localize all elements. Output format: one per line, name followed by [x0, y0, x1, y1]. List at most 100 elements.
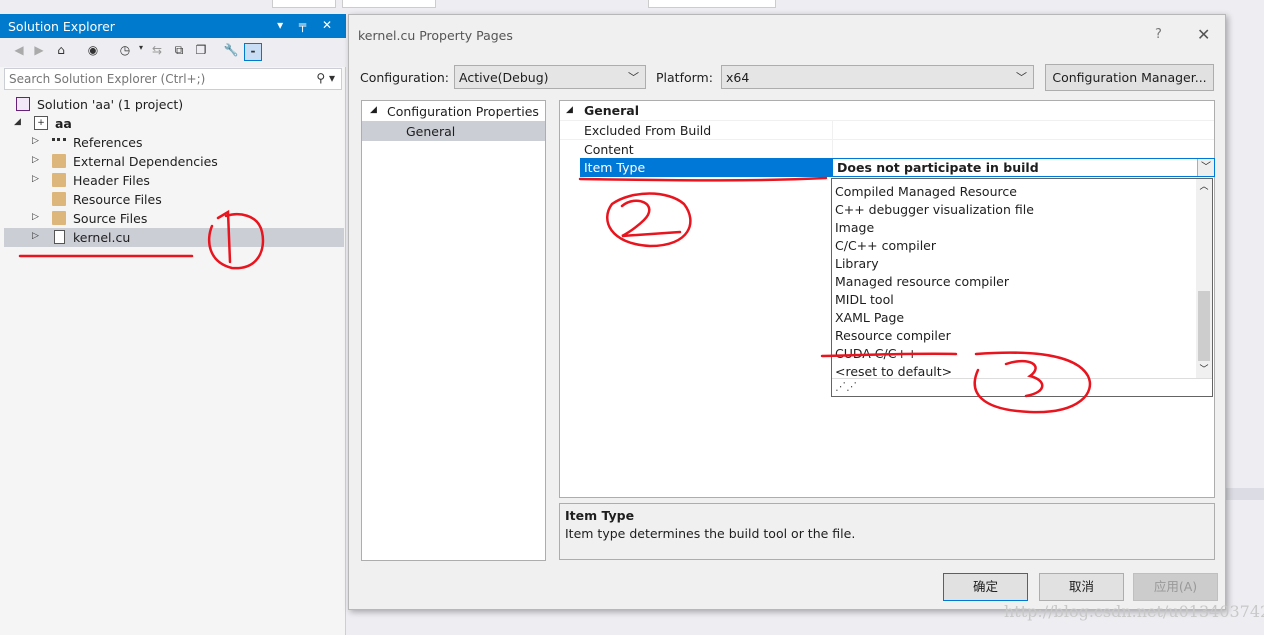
tree-item-header-files[interactable]: ▷ Header Files	[4, 171, 344, 190]
wrench-icon[interactable]: 🔧	[222, 43, 240, 61]
solution-explorer-titlebar: Solution Explorer ▾ ╤ ✕	[0, 14, 346, 38]
tree-label: Resource Files	[73, 192, 162, 207]
search-icon[interactable]: ⚲ ▾	[316, 71, 335, 85]
property-row[interactable]: Excluded From Build	[560, 120, 1214, 140]
file-icon	[54, 230, 65, 244]
tree-item-external-dependencies[interactable]: ▷ External Dependencies	[4, 152, 344, 171]
folder-icon	[52, 173, 66, 187]
apply-button[interactable]: 应用(A)	[1133, 573, 1218, 601]
dropdown-option[interactable]: Library	[835, 256, 879, 271]
folder-icon	[52, 211, 66, 225]
tree-label: kernel.cu	[73, 230, 131, 245]
dropdown-option[interactable]: C++ debugger visualization file	[835, 202, 1034, 217]
tree-item-kernel-cu[interactable]: ▷ kernel.cu	[4, 228, 344, 247]
tree-label: aa	[55, 116, 72, 131]
property-name: Item Type	[584, 160, 646, 175]
solution-icon	[16, 97, 30, 111]
dropdown-option[interactable]: C/C++ compiler	[835, 238, 936, 253]
forward-icon[interactable]: ▶	[30, 43, 48, 61]
solution-explorer-title: Solution Explorer	[8, 19, 115, 34]
tree-label: Source Files	[73, 211, 148, 226]
solution-explorer-panel: Solution Explorer ▾ ╤ ✕ ◀ ▶ ⌂ ◉ ◷ ▾ ⇆ ⧉ …	[0, 14, 346, 635]
search-input[interactable]	[5, 69, 305, 89]
dropdown-option[interactable]: XAML Page	[835, 310, 904, 325]
collapse-icon[interactable]: ⧉	[170, 43, 188, 61]
tree-label: References	[73, 135, 143, 150]
dropdown-option[interactable]: MIDL tool	[835, 292, 894, 307]
references-icon	[52, 138, 66, 144]
watermark: http://blog.csdn.net/u013403742	[1004, 602, 1264, 621]
description-text: Item type determines the build tool or t…	[565, 526, 856, 541]
dropdown-option[interactable]: Managed resource compiler	[835, 274, 1009, 289]
category-label: General	[584, 103, 639, 118]
chevron-down-icon: ﹀	[628, 71, 639, 84]
close-button[interactable]: ✕	[1197, 25, 1210, 44]
collapsed-arrow-icon[interactable]: ▷	[32, 136, 39, 146]
configuration-label: Configuration:	[360, 70, 449, 85]
dropdown-option[interactable]: Image	[835, 220, 874, 235]
category-general[interactable]: ◢ General	[560, 101, 1214, 120]
tree-label: Solution 'aa' (1 project)	[37, 97, 184, 112]
tree-item-source-files[interactable]: ▷ Source Files	[4, 209, 344, 228]
dropdown-option[interactable]: Compiled Managed Resource	[835, 184, 1017, 199]
item-type-dropdown-list: Compiled Managed Resource C++ debugger vi…	[831, 178, 1213, 397]
home-icon[interactable]: ⌂	[52, 43, 70, 61]
expanded-arrow-icon[interactable]: ◢	[370, 105, 377, 115]
configuration-tree: ◢ Configuration Properties General	[361, 100, 546, 561]
ok-button[interactable]: 确定	[943, 573, 1028, 601]
property-row[interactable]: Content	[560, 139, 1214, 159]
expanded-arrow-icon[interactable]: ◢	[566, 105, 573, 115]
resize-grip-icon[interactable]: ⋰⋰	[832, 378, 1212, 396]
dropdown-scrollbar[interactable]: ︿ ﹀	[1196, 179, 1212, 378]
background-tab-strip	[1226, 488, 1264, 500]
configuration-value: Active(Debug)	[459, 70, 549, 85]
configuration-select[interactable]: Active(Debug) ﹀	[454, 65, 646, 89]
sync-icon[interactable]: ⇆	[148, 43, 166, 61]
tree-item-resource-files[interactable]: Resource Files	[4, 190, 344, 209]
description-title: Item Type	[565, 508, 635, 523]
cancel-button[interactable]: 取消	[1039, 573, 1124, 601]
tree-item-project[interactable]: ◢ + aa	[4, 114, 344, 133]
toolbar-combo-3[interactable]	[648, 0, 776, 8]
collapsed-arrow-icon[interactable]: ▷	[32, 174, 39, 184]
chevron-down-icon[interactable]: ﹀	[1197, 159, 1214, 176]
configuration-manager-button[interactable]: Configuration Manager...	[1045, 64, 1214, 91]
folder-icon	[52, 192, 66, 206]
tree-item-solution[interactable]: Solution 'aa' (1 project)	[4, 95, 344, 114]
collapsed-arrow-icon[interactable]: ▷	[32, 212, 39, 222]
copy-icon[interactable]: ❐	[192, 43, 210, 61]
top-toolbar-strip	[0, 0, 1264, 14]
titlebar-buttons[interactable]: ▾ ╤ ✕	[277, 18, 338, 32]
property-row-item-type[interactable]: Item Type Does not participate in build …	[560, 158, 1215, 177]
back-icon[interactable]: ◀	[10, 43, 28, 61]
tree-label: Header Files	[73, 173, 150, 188]
tree-item-general[interactable]: General	[362, 121, 545, 141]
tree-item-references[interactable]: ▷ References	[4, 133, 344, 152]
property-name: Excluded From Build	[584, 123, 712, 138]
scroll-down-icon[interactable]: ﹀	[1196, 362, 1212, 378]
dialog-title: kernel.cu Property Pages	[358, 28, 513, 43]
scroll-thumb[interactable]	[1198, 291, 1210, 361]
dropdown-option[interactable]: Resource compiler	[835, 328, 951, 343]
search-box[interactable]: ⚲ ▾	[4, 68, 342, 90]
dropdown-option[interactable]: CUDA C/C++	[835, 346, 917, 361]
folder-icon	[52, 154, 66, 168]
globe-icon[interactable]: ◉	[84, 43, 102, 61]
dropdown-option[interactable]: <reset to default>	[835, 364, 952, 379]
toolbar-combo-2[interactable]	[342, 0, 436, 8]
collapsed-arrow-icon[interactable]: ▷	[32, 231, 39, 241]
scroll-up-icon[interactable]: ︿	[1196, 179, 1212, 195]
item-type-combo[interactable]: Does not participate in build ﹀	[832, 158, 1215, 177]
platform-select[interactable]: x64 ﹀	[721, 65, 1034, 89]
platform-value: x64	[726, 70, 750, 85]
help-button[interactable]: ?	[1155, 27, 1162, 42]
platform-label: Platform:	[656, 70, 713, 85]
project-icon: +	[34, 116, 48, 130]
tree-label: General	[406, 124, 456, 139]
chevron-down-icon: ﹀	[1016, 71, 1027, 84]
expanded-arrow-icon[interactable]: ◢	[14, 117, 21, 127]
preview-icon[interactable]: -	[244, 43, 262, 61]
collapsed-arrow-icon[interactable]: ▷	[32, 155, 39, 165]
toolbar-combo-1[interactable]	[272, 0, 336, 8]
tree-item-configuration-properties[interactable]: ◢ Configuration Properties	[362, 101, 545, 121]
